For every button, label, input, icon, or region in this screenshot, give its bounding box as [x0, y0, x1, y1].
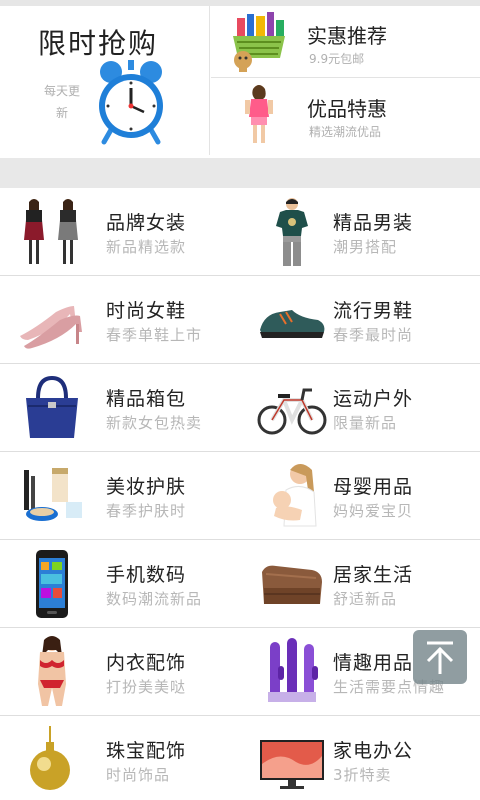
- category-appliances[interactable]: 家电办公 3折特卖: [240, 716, 480, 800]
- deal-card-quality[interactable]: 优品特惠 精选潮流优品: [211, 79, 480, 151]
- category-subtitle: 时尚饰品: [106, 766, 171, 784]
- category-title: 时尚女鞋: [106, 300, 187, 322]
- category-subtitle: 新款女包热卖: [106, 414, 203, 432]
- category-subtitle: 春季单鞋上市: [106, 326, 203, 344]
- sofa-icon: [256, 548, 328, 620]
- category-subtitle: 潮男搭配: [333, 238, 398, 256]
- category-row: 手机数码 数码潮流新品 居家生活 舒适新品: [0, 540, 480, 628]
- category-row: 内衣配饰 打扮美美哒 情趣用品 生活需要点情趣: [0, 628, 480, 716]
- category-row: 美妆护肤 春季护肤时 母婴用品 妈妈爱宝贝: [0, 452, 480, 540]
- category-title: 珠宝配饰: [106, 740, 187, 762]
- fashion-model-icon: [227, 83, 291, 147]
- category-subtitle: 春季护肤时: [106, 502, 187, 520]
- category-title: 品牌女装: [106, 212, 187, 234]
- sneaker-icon: [256, 284, 328, 356]
- promo-banner: 限时抢购 每天更新 实惠推荐 9.9元包邮 优品特惠 精选潮流优品: [0, 6, 480, 155]
- category-subtitle: 新品精选款: [106, 238, 187, 256]
- category-women-shoes[interactable]: 时尚女鞋 春季单鞋上市: [0, 276, 240, 364]
- category-subtitle: 春季最时尚: [333, 326, 414, 344]
- category-subtitle: 限量新品: [333, 414, 398, 432]
- category-cosmetics[interactable]: 美妆护肤 春季护肤时: [0, 452, 240, 540]
- category-bags[interactable]: 精品箱包 新款女包热卖: [0, 364, 240, 452]
- category-men-shoes[interactable]: 流行男鞋 春季最时尚: [240, 276, 480, 364]
- category-subtitle: 数码潮流新品: [106, 590, 203, 608]
- category-outdoor[interactable]: 运动户外 限量新品: [240, 364, 480, 452]
- category-women-clothing[interactable]: 品牌女装 新品精选款: [0, 188, 240, 276]
- lingerie-icon: [16, 636, 88, 708]
- men-tshirt-icon: [256, 196, 328, 268]
- section-divider: [0, 158, 480, 188]
- bicycle-icon: [256, 372, 328, 444]
- category-title: 流行男鞋: [333, 300, 414, 322]
- category-subtitle: 3折特卖: [333, 766, 392, 784]
- mother-baby-icon: [256, 460, 328, 532]
- category-jewelry[interactable]: 珠宝配饰 时尚饰品: [0, 716, 240, 800]
- deal-subtitle-quality: 精选潮流优品: [309, 125, 382, 139]
- television-icon: [256, 724, 328, 796]
- category-subtitle: 打扮美美哒: [106, 678, 187, 696]
- alarm-clock-icon: [96, 58, 166, 146]
- deal-title-quality: 优品特惠: [307, 97, 387, 121]
- pearl-pendant-icon: [16, 724, 88, 796]
- flash-sale-subtitle: 每天更新: [43, 84, 80, 120]
- category-title: 手机数码: [106, 564, 187, 586]
- category-mother-baby[interactable]: 母婴用品 妈妈爱宝贝: [240, 452, 480, 540]
- category-men-clothing[interactable]: 精品男装 潮男搭配: [240, 188, 480, 276]
- category-grid: 品牌女装 新品精选款 精品男装 潮男搭配 时尚女鞋 春季单鞋上市 流行男鞋 春季…: [0, 188, 480, 800]
- back-to-top-icon: [426, 641, 454, 674]
- category-subtitle: 舒适新品: [333, 590, 398, 608]
- category-title: 运动户外: [333, 388, 414, 410]
- category-row: 精品箱包 新款女包热卖 运动户外 限量新品: [0, 364, 480, 452]
- cosmetics-icon: [16, 460, 88, 532]
- category-title: 情趣用品: [333, 652, 414, 674]
- shopping-basket-icon: [227, 10, 291, 74]
- category-lingerie[interactable]: 内衣配饰 打扮美美哒: [0, 628, 240, 716]
- category-home[interactable]: 居家生活 舒适新品: [240, 540, 480, 628]
- deal-subtitle-value: 9.9元包邮: [309, 52, 365, 66]
- category-title: 内衣配饰: [106, 652, 187, 674]
- handbag-icon: [16, 372, 88, 444]
- category-title: 母婴用品: [333, 476, 414, 498]
- category-title: 家电办公: [333, 740, 414, 762]
- smartphone-icon: [16, 548, 88, 620]
- women-dress-icon: [16, 196, 88, 268]
- back-to-top-button[interactable]: [413, 630, 467, 684]
- category-subtitle: 妈妈爱宝贝: [333, 502, 414, 520]
- category-title: 精品男装: [333, 212, 414, 234]
- flash-sale-title: 限时抢购: [38, 27, 159, 60]
- flash-sale-card[interactable]: 限时抢购 每天更新: [0, 6, 210, 155]
- category-title: 美妆护肤: [106, 476, 187, 498]
- category-row: 品牌女装 新品精选款 精品男装 潮男搭配: [0, 188, 480, 276]
- deal-title-value: 实惠推荐: [307, 24, 387, 48]
- category-row: 时尚女鞋 春季单鞋上市 流行男鞋 春季最时尚: [0, 276, 480, 364]
- deal-card-value[interactable]: 实惠推荐 9.9元包邮: [211, 6, 480, 78]
- category-digital[interactable]: 手机数码 数码潮流新品: [0, 540, 240, 628]
- category-title: 精品箱包: [106, 388, 187, 410]
- adult-toy-icon: [256, 636, 328, 708]
- category-row: 珠宝配饰 时尚饰品 家电办公 3折特卖: [0, 716, 480, 800]
- category-title: 居家生活: [333, 564, 414, 586]
- high-heel-icon: [16, 284, 88, 356]
